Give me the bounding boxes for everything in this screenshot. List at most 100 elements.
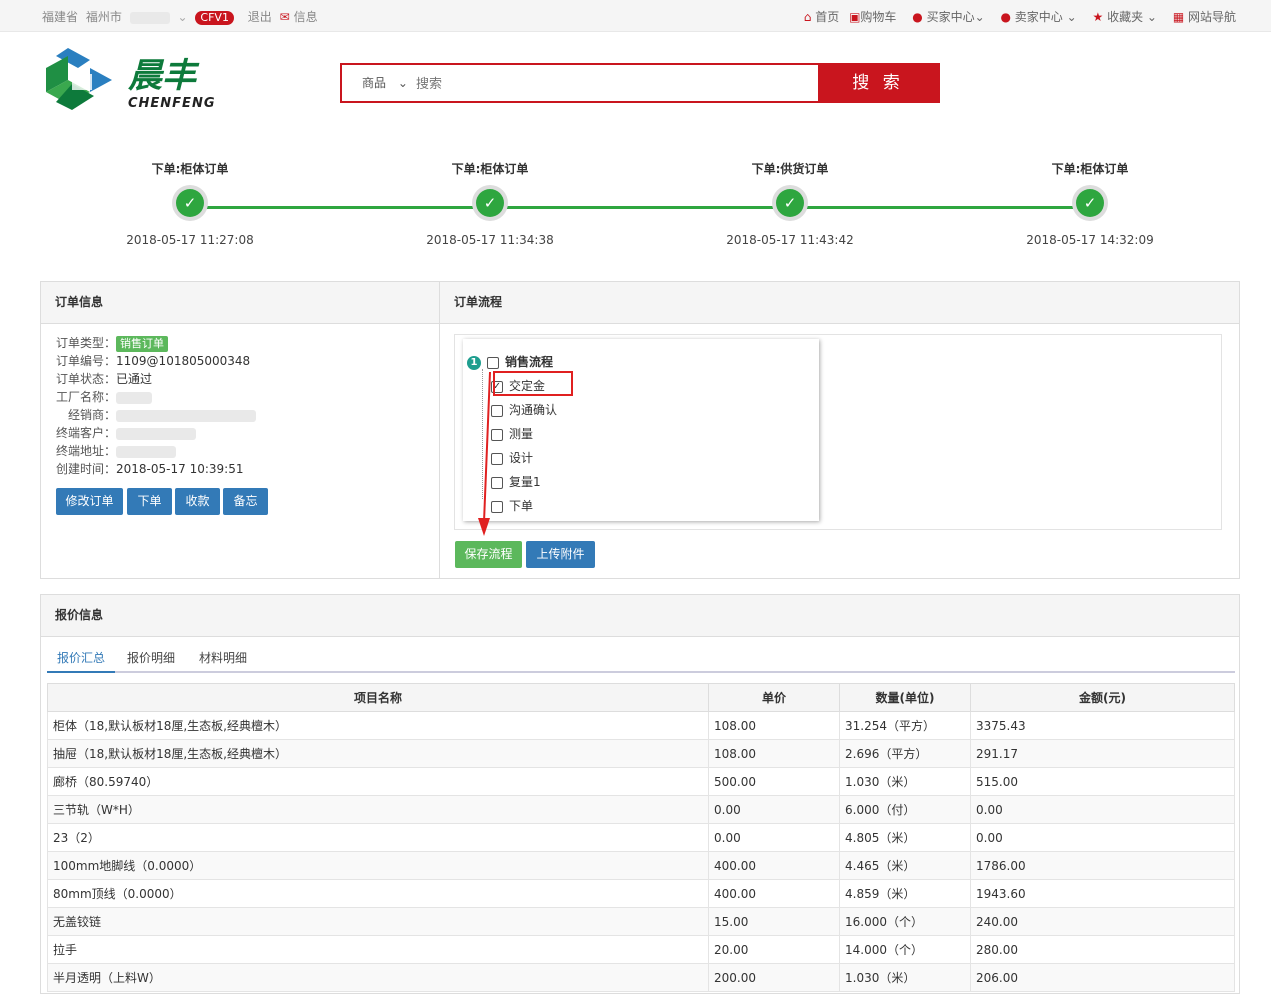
panel-title: 报价信息 <box>41 595 1239 637</box>
progress-step: 下单:供货订单 ✓ 2018-05-17 11:43:42 <box>690 160 890 247</box>
edit-order-button[interactable]: 修改订单 <box>56 488 123 515</box>
step-time: 2018-05-17 11:34:38 <box>426 233 554 247</box>
table-row: 廊桥（80.59740） 500.00 1.030（米） 515.00 <box>47 767 1235 796</box>
flow-item-design[interactable]: 设计 <box>491 449 533 466</box>
star-icon: ★ <box>1092 10 1104 24</box>
table-cell: 半月透明（上料W） <box>47 963 709 992</box>
payment-button[interactable]: 收款 <box>175 488 220 515</box>
table-cell: 4.805（米） <box>839 823 971 852</box>
table-cell: 1.030（米） <box>839 963 971 992</box>
table-row: 半月透明（上料W） 200.00 1.030（米） 206.00 <box>47 963 1235 992</box>
home-link[interactable]: ⌂ 首页 <box>804 10 839 24</box>
table-cell: 1786.00 <box>970 851 1235 880</box>
order-no-label: 订单编号： <box>56 354 117 368</box>
mail-icon: ✉ <box>279 10 290 24</box>
annotation-arrow-icon <box>478 372 491 536</box>
logout-link[interactable]: 退出 <box>248 10 272 24</box>
tab-quote-summary[interactable]: 报价汇总 <box>47 647 115 673</box>
flow-item-communication[interactable]: 沟通确认 <box>491 401 557 418</box>
progress-step: 下单:柜体订单 ✓ 2018-05-17 11:27:08 <box>90 160 290 247</box>
progress-step: 下单:柜体订单 ✓ 2018-05-17 14:32:09 <box>990 160 1190 247</box>
memo-button[interactable]: 备忘 <box>223 488 268 515</box>
table-cell: 3375.43 <box>970 711 1235 740</box>
progress-line <box>190 206 1090 209</box>
site-nav-link[interactable]: ▦ 网站导航 <box>1173 10 1236 24</box>
customer-blurred <box>116 427 197 440</box>
chevron-down-icon[interactable]: ⌄ <box>178 10 188 24</box>
city-label[interactable]: 福州市 <box>86 10 122 24</box>
order-no-value: 1109@101805000348 <box>116 354 251 368</box>
table-cell: 柜体（18,默认板材18厘,生态板,经典檀木） <box>47 711 709 740</box>
flow-item-measure[interactable]: 测量 <box>491 425 533 442</box>
order-info-panel: 订单信息 订单类型： 销售订单 订单编号：1109@101805000348 订单… <box>40 281 440 579</box>
col-header[interactable]: 项目名称 <box>47 683 709 712</box>
col-header[interactable]: 数量(单位) <box>839 683 971 712</box>
quote-table: 项目名称 单价 数量(单位) 金额(元) 柜体（18,默认板材18厘,生态板,经… <box>47 683 1235 992</box>
order-progress-steps: 下单:柜体订单 ✓ 2018-05-17 11:27:08 下单:柜体订单 ✓ … <box>40 160 1240 260</box>
quote-tabs: 报价汇总 报价明细 材料明细 <box>47 647 1235 673</box>
flow-item-remeasure[interactable]: 复量1 <box>491 473 541 490</box>
progress-step: 下单:柜体订单 ✓ 2018-05-17 11:34:38 <box>390 160 590 247</box>
tab-material-detail[interactable]: 材料明细 <box>199 647 247 673</box>
logo-text-cn: 晨丰 <box>128 56 196 96</box>
address-label: 终端地址： <box>56 444 117 458</box>
created-label: 创建时间： <box>56 462 117 476</box>
seller-center-menu[interactable]: ● 卖家中心 ⌄ <box>1000 10 1076 24</box>
table-cell: 280.00 <box>970 935 1235 964</box>
table-cell: 100mm地脚线（0.0000） <box>47 851 709 880</box>
step-time: 2018-05-17 11:43:42 <box>726 233 854 247</box>
col-header[interactable]: 单价 <box>708 683 840 712</box>
table-cell: 无盖铰链 <box>47 907 709 936</box>
step-number-badge: 1 <box>467 355 481 370</box>
table-cell: 400.00 <box>708 851 840 880</box>
flow-tree-container: 1 销售流程 ✓ 交定金 沟通确认 测量 设计 复量1 下单 <box>454 334 1222 530</box>
step-label: 下单:柜体订单 <box>1051 162 1129 176</box>
order-flow-panel: 订单流程 1 销售流程 ✓ 交定金 沟通确认 测量 设计 复量1 下单 保存流程 上… <box>439 281 1240 579</box>
table-cell: 31.254（平方） <box>839 711 971 740</box>
factory-label: 工厂名称： <box>56 390 117 404</box>
message-link[interactable]: 信息 <box>294 10 318 24</box>
search-category-select[interactable]: 商品 ⌄ <box>342 65 412 101</box>
table-cell: 15.00 <box>708 907 840 936</box>
root-checkbox[interactable] <box>487 356 499 369</box>
save-flow-button[interactable]: 保存流程 <box>455 541 522 568</box>
table-cell: 2.696（平方） <box>839 739 971 768</box>
col-header[interactable]: 金额(元) <box>970 683 1235 712</box>
tab-quote-detail[interactable]: 报价明细 <box>127 647 175 673</box>
table-cell: 拉手 <box>47 935 709 964</box>
order-status-label: 订单状态： <box>56 372 117 386</box>
place-order-button[interactable]: 下单 <box>127 488 172 515</box>
site-logo[interactable]: 晨丰 CHENFENG <box>42 46 242 120</box>
table-row: 无盖铰链 15.00 16.000（个） 240.00 <box>47 907 1235 936</box>
table-row: 三节轨（W*H） 0.00 6.000（付） 0.00 <box>47 795 1235 824</box>
logo-text-en: CHENFENG <box>128 96 216 111</box>
step-label: 下单:柜体订单 <box>151 162 229 176</box>
order-type-badge: 销售订单 <box>116 336 169 352</box>
user-icon: ● <box>1000 10 1011 24</box>
cart-link[interactable]: ▣购物车 <box>849 10 896 24</box>
table-cell: 291.17 <box>970 739 1235 768</box>
search-input[interactable] <box>412 67 817 99</box>
search-button[interactable]: 搜 索 <box>818 65 938 101</box>
created-value: 2018-05-17 10:39:51 <box>116 462 244 476</box>
table-cell: 4.859（米） <box>839 879 971 908</box>
table-cell: 抽屉（18,默认板材18厘,生态板,经典檀木） <box>47 739 709 768</box>
table-cell: 1.030（米） <box>839 767 971 796</box>
order-status-value: 已通过 <box>116 372 153 386</box>
table-cell: 0.00 <box>970 795 1235 824</box>
buyer-center-menu[interactable]: ● 买家中心⌄ <box>912 10 984 24</box>
chevron-down-icon: ⌄ <box>397 76 408 90</box>
check-icon: ✓ <box>476 189 504 217</box>
step-label: 下单:供货订单 <box>751 162 829 176</box>
table-cell: 23（2） <box>47 823 709 852</box>
favorites-menu[interactable]: ★ 收藏夹 ⌄ <box>1093 10 1157 24</box>
panel-title: 订单流程 <box>440 282 1239 324</box>
table-row: 100mm地脚线（0.0000） 400.00 4.465（米） 1786.00 <box>47 851 1235 880</box>
upload-attachment-button[interactable]: 上传附件 <box>526 541 595 568</box>
flow-tree: 1 销售流程 ✓ 交定金 沟通确认 测量 设计 复量1 下单 <box>463 339 819 521</box>
level-badge: CFV1 <box>195 11 234 25</box>
flow-root-node[interactable]: 1 销售流程 <box>467 353 553 370</box>
table-cell: 206.00 <box>970 963 1235 992</box>
panel-title: 订单信息 <box>41 282 439 324</box>
flow-item-order[interactable]: 下单 <box>491 497 533 514</box>
